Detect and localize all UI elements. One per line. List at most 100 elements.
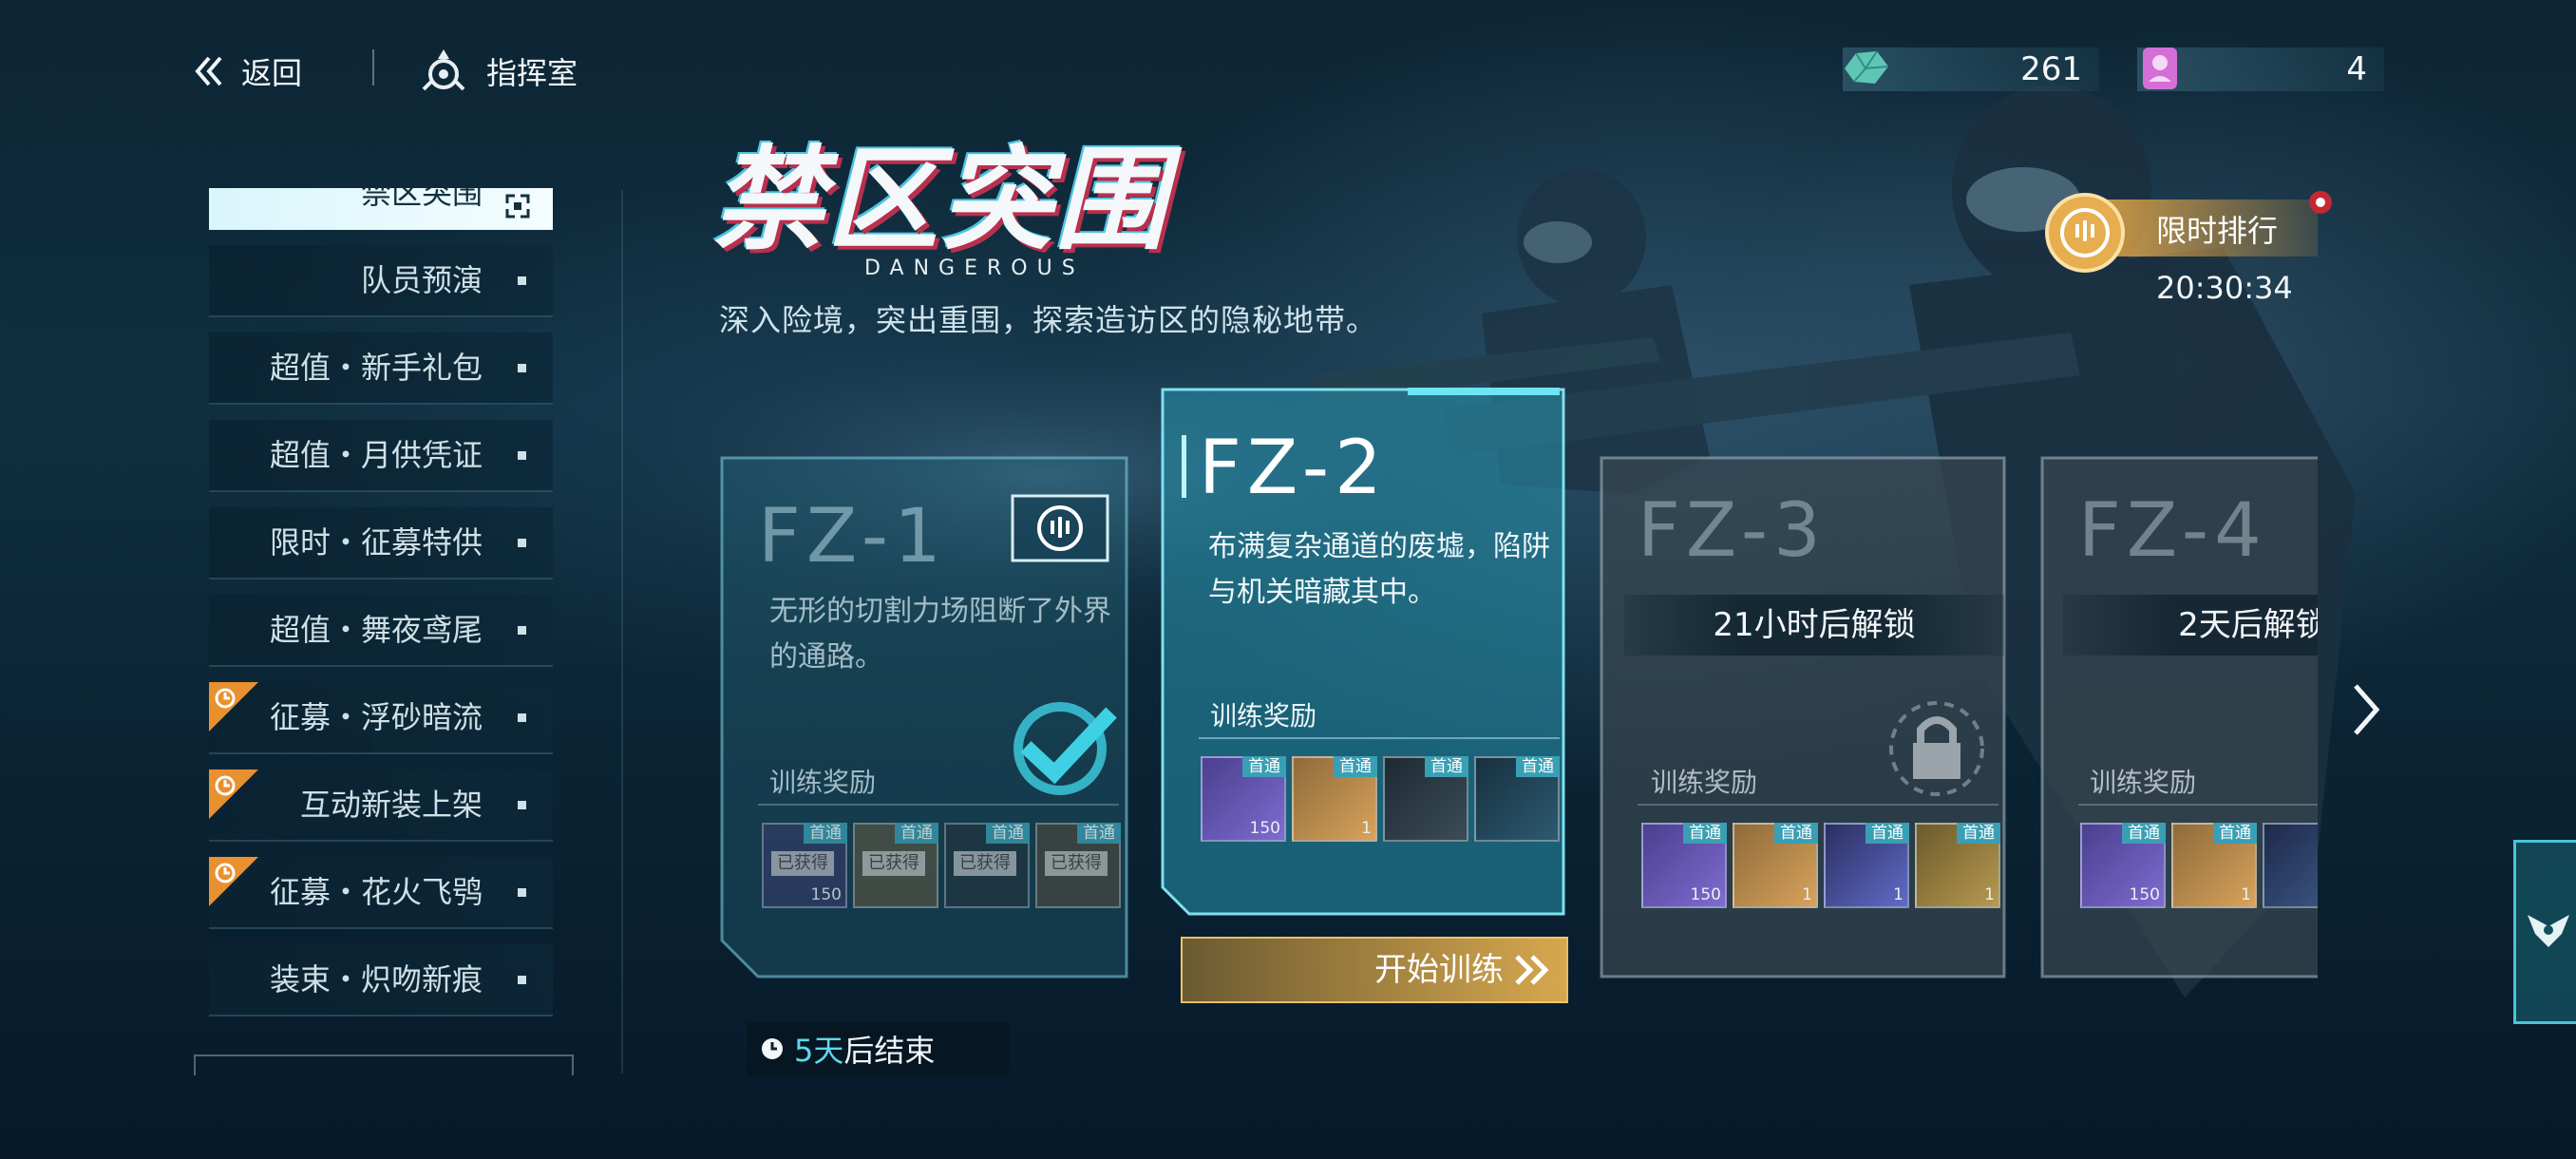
unlock-countdown: 2天后解锁 [2063,595,2318,656]
chevron-right-icon[interactable] [2342,676,2390,743]
bullet-icon [518,713,526,722]
sidebar-scroll-edge [194,1054,574,1075]
reward-item[interactable]: 首通 150 [2080,823,2166,908]
reward-divider [1199,737,1560,739]
sidebar-item-label: 超值・月供凭证 [269,437,483,473]
ticket-count: 4 [2346,50,2367,88]
end-days: 5天 [794,1033,844,1069]
lock-icon [1889,701,1984,796]
bullet-icon [518,451,526,460]
stage-name: FZ-3 [1638,488,1827,574]
item-count: 1 [2241,885,2251,904]
item-count: 150 [810,885,842,904]
command-room-label: 指挥室 [486,55,578,91]
expand-icon [505,194,530,218]
stage-card-fz1[interactable]: FZ-1 无形的切割力场阻断了外界的通路。 训练奖励 首通 已获得 150 首通… [720,456,1128,978]
badge-icon [1011,494,1109,562]
rank-label: 限时排行 [2156,213,2279,249]
first-clear-tag: 首通 [1242,756,1286,777]
sidebar-item-label: 超值・舞夜鸢尾 [269,612,483,648]
rank-medal-icon [2045,193,2125,273]
reward-item[interactable]: 首通 [1383,756,1468,842]
timed-clock-icon [209,857,258,906]
event-title: 禁区突围 [712,134,1169,265]
reward-item[interactable]: 首通 150 [1201,756,1286,842]
reward-item[interactable]: 首通 已获得 150 [762,823,847,908]
first-clear-tag: 首通 [804,823,847,844]
reward-item[interactable]: 首通 [1474,756,1560,842]
reward-item[interactable]: 首通 1 [1292,756,1377,842]
item-count: 150 [2129,885,2160,904]
sidebar-item-active[interactable]: 禁区突围 [209,188,553,230]
sidebar-item-label: 互动新装上架 [299,787,483,823]
first-clear-tag: 首通 [1957,823,2000,844]
sidebar-item-label: 禁区突围 [360,188,483,211]
crystal-currency: 261 [1843,48,2099,91]
reward-item[interactable]: 首通 1 [2171,823,2257,908]
sidebar-item-label: 征募・浮砂暗流 [269,699,483,735]
double-chevron-left-icon [195,56,222,86]
first-clear-tag: 首通 [895,823,938,844]
item-count: 1 [1893,885,1904,904]
obtained-label: 已获得 [862,851,925,876]
first-clear-tag: 首通 [1334,756,1377,777]
sidebar-item-8[interactable]: 装束・炽吻新痕 [209,944,553,1016]
crystal-icon [1845,50,1889,84]
sidebar-item-label: 限时・征募特供 [269,524,483,560]
reward-label: 训练奖励 [769,767,877,798]
stage-name: FZ-2 [1199,426,1388,511]
back-label: 返回 [241,55,303,91]
obtained-label: 已获得 [954,851,1016,876]
sidebar-item-7[interactable]: 征募・花火飞鸮 [209,857,553,929]
reward-item[interactable]: 首通 已获得 [1035,823,1121,908]
bullet-icon [518,364,526,372]
reward-label: 训练奖励 [2090,767,2197,798]
stage-desc: 无形的切割力场阻断了外界的通路。 [769,595,1111,674]
reward-item[interactable] [2263,823,2318,908]
obtained-label: 已获得 [1045,851,1108,876]
obtained-label: 已获得 [771,851,834,876]
stage-card-fz2[interactable]: FZ-2 布满复杂通道的废墟，陷阱与机关暗藏其中。 训练奖励 首通 150 首通… [1161,388,1565,916]
back-button[interactable]: 返回 [190,48,302,95]
reward-item[interactable]: 首通 已获得 [853,823,938,908]
stage-card-fz3[interactable]: FZ-3 21小时后解锁 训练奖励 首通 150 首通 1 首通 1 首通 1 [1600,456,2006,978]
sidebar-item-2[interactable]: 超值・月供凭证 [209,420,553,492]
reward-label: 训练奖励 [1651,767,1758,798]
reward-item[interactable]: 首通 1 [1915,823,2000,908]
accent-bar [1182,435,1186,498]
reward-item[interactable]: 首通 1 [1824,823,1909,908]
sidebar-item-3[interactable]: 限时・征募特供 [209,507,553,580]
bullet-icon [518,888,526,897]
ticket-icon [2143,48,2177,89]
reward-item[interactable]: 首通 1 [1733,823,1818,908]
sidebar-item-4[interactable]: 超值・舞夜鸢尾 [209,595,553,667]
command-room-button[interactable]: 指挥室 [418,46,578,97]
stage-name: FZ-4 [2078,488,2267,574]
sidebar-item-6[interactable]: 互动新装上架 [209,770,553,842]
first-clear-tag: 首通 [2122,823,2166,844]
sidebar-divider [621,190,623,1074]
event-subtitle: 深入险境，突出重围，探索造访区的隐秘地带。 [719,302,1378,338]
bullet-icon [518,626,526,635]
timed-clock-icon [209,682,258,732]
bullet-icon [518,801,526,809]
first-clear-tag: 首通 [1516,756,1560,777]
start-training-button[interactable]: 开始训练 [1181,937,1568,1003]
command-room-icon [422,49,465,91]
side-panel-tab[interactable] [2513,840,2576,1024]
reward-divider [1638,804,1998,806]
limited-rank-button[interactable]: 限时排行 20:30:34 [2042,190,2332,306]
eagle-emblem-icon [2528,915,2569,947]
sidebar-item-1[interactable]: 超值・新手礼包 [209,332,553,405]
stage-card-fz4[interactable]: FZ-4 2天后解锁 训练奖励 首通 150 首通 1 [2040,456,2318,978]
sidebar-item-0[interactable]: 队员预演 [209,245,553,317]
timed-clock-icon [209,770,258,819]
sidebar-item-label: 装束・炽吻新痕 [269,961,483,998]
sidebar-item-label: 队员预演 [360,262,483,298]
reward-item[interactable]: 首通 已获得 [944,823,1030,908]
sidebar-item-5[interactable]: 征募・浮砂暗流 [209,682,553,754]
notification-dot-icon [2309,191,2332,214]
first-clear-tag: 首通 [1077,823,1121,844]
event-logo: 禁区突围 DANGEROUS [712,134,1169,280]
reward-item[interactable]: 首通 150 [1641,823,1727,908]
